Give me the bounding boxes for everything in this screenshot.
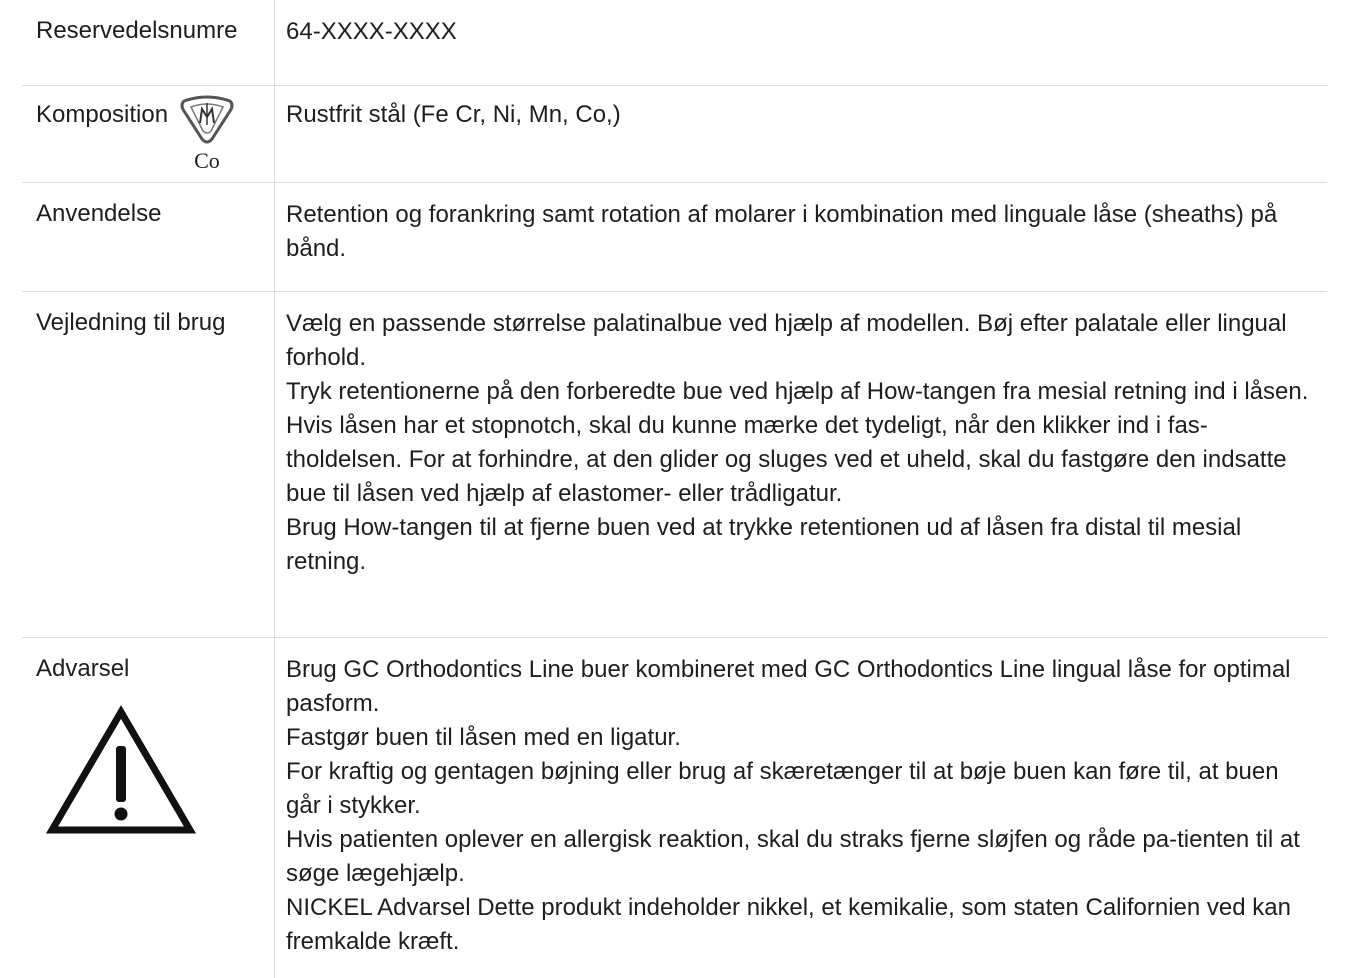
warning-triangle-icon [45,704,197,846]
row-label: Reservedelsnumre [36,17,238,44]
composition-text: Rustfrit stål (Fe Cr, Ni, Mn, Co,) [286,101,621,128]
row-label-cell: Advarsel [22,638,274,978]
instruction-paragraph: Brug How-tangen til at fjerne buen ved a… [286,514,1242,575]
row-value: 64-XXXX-XXXX [274,0,1327,85]
instruction-paragraph: Tryk retentionerne på den forberedte bue… [286,378,1309,405]
row-value: Vælg en passende størrelse palatinalbue … [274,292,1327,637]
row-value: Brug GC Orthodontics Line buer kombinere… [274,638,1327,978]
table-row-composition: Komposition Co Rustfrit stål (Fe Cr, Ni,… [22,86,1327,183]
row-label: Advarsel [36,655,130,682]
cobalt-symbol: Co [194,148,220,173]
table-row-application: Anvendelse Retention og forankring samt … [22,183,1327,292]
instructions-table: Reservedelsnumre 64-XXXX-XXXX Kompositio… [22,0,1327,978]
row-label: Vejledning til brug [36,309,226,336]
spare-part-number: 64-XXXX-XXXX [286,18,457,45]
instruction-paragraph: Vælg en passende størrelse palatinalbue … [286,310,1287,371]
table-row-warning: Advarsel Brug GC Orthodontics Line buer … [22,638,1327,978]
row-label: Anvendelse [36,200,162,227]
warning-paragraph: For kraftig og gentagen bøjning eller br… [286,758,1279,819]
row-value: Rustfrit stål (Fe Cr, Ni, Mn, Co,) [274,86,1327,182]
warning-paragraph: Hvis patienten oplever en allergisk reak… [286,826,1300,887]
cobalt-hazard-icon: Co [178,95,236,175]
row-label: Komposition [36,101,169,128]
instruction-paragraph: Hvis låsen har et stopnotch, skal du kun… [286,412,1287,507]
application-text: Retention og forankring samt rotation af… [286,201,1278,262]
table-row-spare-part: Reservedelsnumre 64-XXXX-XXXX [22,0,1327,86]
row-value: Retention og forankring samt rotation af… [274,183,1327,291]
warning-paragraph: Brug GC Orthodontics Line buer kombinere… [286,656,1291,717]
warning-paragraph: Fastgør buen til låsen med en ligatur. [286,724,681,751]
table-row-instructions: Vejledning til brug Vælg en passende stø… [22,292,1327,638]
warning-paragraph: NICKEL Advarsel Dette produkt indeholder… [286,894,1291,955]
row-label-cell: Komposition Co [22,86,274,182]
